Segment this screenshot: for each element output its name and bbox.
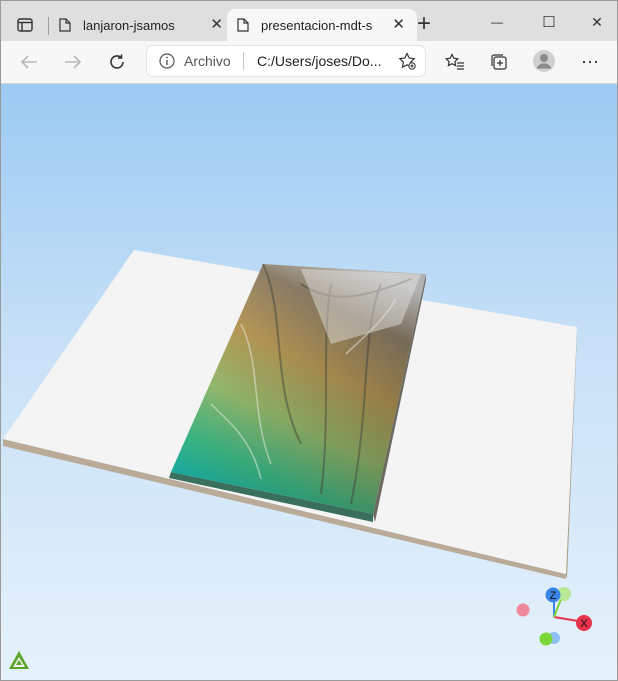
address-bar[interactable]: Archivo C:/Users/joses/Do... bbox=[147, 46, 425, 76]
settings-menu-icon[interactable]: ⋯ bbox=[577, 49, 603, 75]
profile-avatar-icon[interactable] bbox=[531, 48, 557, 74]
page-icon bbox=[237, 18, 249, 32]
tab-actions-icon[interactable] bbox=[13, 13, 37, 37]
tab-presentacion[interactable]: presentacion-mdt-sc ✕ bbox=[227, 9, 417, 41]
close-tab-icon[interactable]: ✕ bbox=[392, 17, 405, 33]
tab-bar: lanjaron-jsamos ✕ presentacion-mdt-sc ✕ … bbox=[1, 1, 617, 41]
z-axis-label: Z bbox=[550, 590, 557, 602]
new-tab-button[interactable]: + bbox=[411, 10, 437, 37]
tab-lanjaron[interactable]: lanjaron-jsamos ✕ bbox=[49, 9, 235, 41]
app-logo-icon bbox=[9, 651, 29, 669]
tab-title: presentacion-mdt-sc bbox=[261, 17, 373, 33]
back-arrow-icon[interactable] bbox=[17, 50, 41, 74]
close-tab-icon[interactable]: ✕ bbox=[210, 17, 223, 33]
maximize-button[interactable]: ☐ bbox=[529, 7, 569, 37]
tab-title: lanjaron-jsamos bbox=[83, 17, 175, 33]
collections-icon[interactable] bbox=[487, 50, 511, 74]
favorites-icon[interactable] bbox=[443, 50, 467, 74]
close-window-button[interactable]: ✕ bbox=[577, 7, 617, 37]
browser-window: lanjaron-jsamos ✕ presentacion-mdt-sc ✕ … bbox=[0, 0, 618, 681]
refresh-icon[interactable] bbox=[105, 50, 129, 74]
3d-viewport[interactable]: X Z bbox=[1, 84, 617, 680]
negative-x-handle[interactable] bbox=[516, 603, 530, 617]
negative-y-handle[interactable] bbox=[539, 632, 553, 646]
terrain-scene: X Z bbox=[3, 250, 593, 669]
axis-gizmo[interactable]: X Z bbox=[516, 587, 593, 646]
info-icon[interactable] bbox=[159, 53, 175, 69]
minimize-button[interactable]: — bbox=[477, 7, 517, 37]
x-axis-label: X bbox=[580, 618, 588, 630]
site-info-label: Archivo bbox=[184, 53, 231, 69]
browser-toolbar: Archivo C:/Users/joses/Do... ⋯ bbox=[1, 41, 617, 84]
page-icon bbox=[59, 18, 71, 32]
add-favorite-icon[interactable] bbox=[397, 52, 417, 70]
address-divider bbox=[243, 52, 244, 70]
url-text[interactable]: C:/Users/joses/Do... bbox=[257, 53, 381, 69]
forward-arrow-icon[interactable] bbox=[61, 50, 85, 74]
